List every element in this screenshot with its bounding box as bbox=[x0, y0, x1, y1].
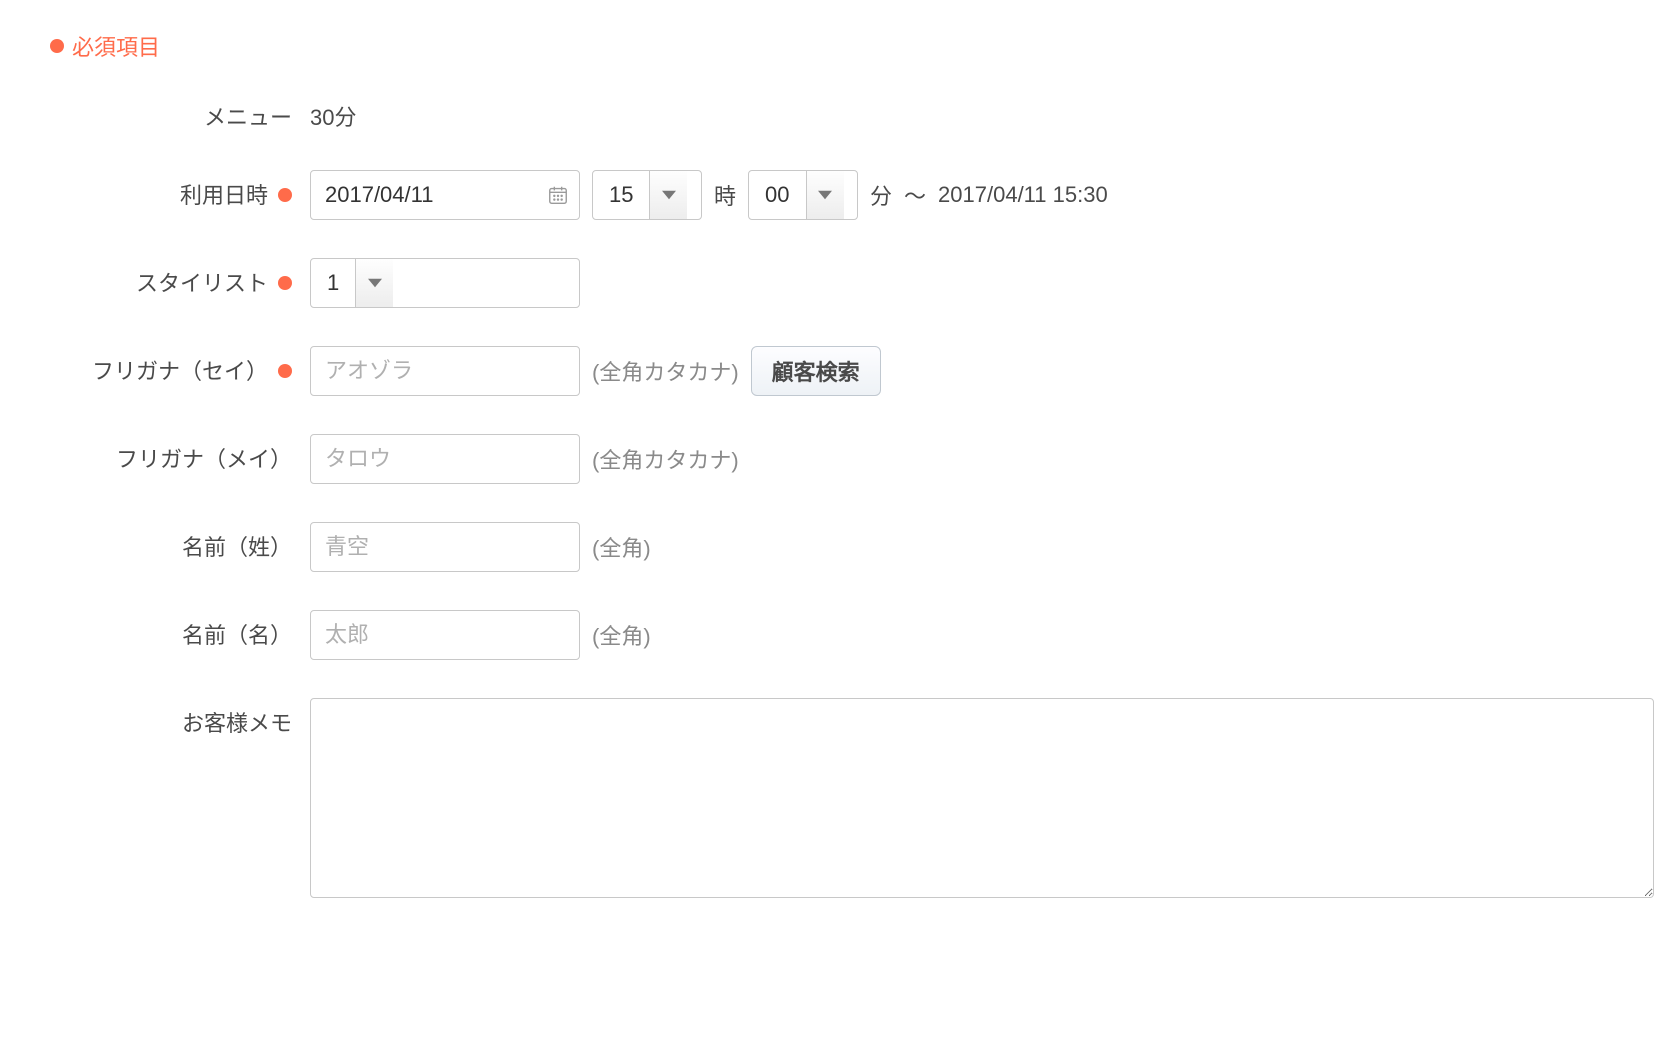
name-sei-hint: (全角) bbox=[592, 531, 651, 563]
range-separator: 〜 bbox=[904, 179, 926, 211]
hour-unit: 時 bbox=[714, 179, 736, 211]
required-legend-label: 必須項目 bbox=[72, 30, 160, 62]
customer-search-label: 顧客検索 bbox=[772, 355, 860, 387]
chevron-down-icon bbox=[806, 171, 844, 219]
name-sei-input[interactable] bbox=[310, 522, 580, 572]
datetime-label: 利用日時 bbox=[180, 178, 268, 210]
row-name-sei: 名前（姓） (全角) bbox=[50, 522, 1654, 572]
minute-value: 00 bbox=[749, 171, 805, 219]
calendar-icon bbox=[547, 184, 569, 206]
furigana-mei-label: フリガナ（メイ） bbox=[116, 442, 292, 474]
date-value: 2017/04/11 bbox=[325, 182, 433, 208]
row-menu: メニュー 30分 bbox=[50, 92, 1654, 132]
row-stylist: スタイリスト 1 bbox=[50, 258, 1654, 308]
required-dot-icon bbox=[278, 364, 292, 378]
menu-label: メニュー bbox=[204, 100, 292, 132]
end-datetime: 2017/04/11 15:30 bbox=[938, 182, 1108, 208]
furigana-sei-input[interactable] bbox=[310, 346, 580, 396]
chevron-down-icon bbox=[649, 171, 687, 219]
row-name-mei: 名前（名） (全角) bbox=[50, 610, 1654, 660]
minute-unit: 分 bbox=[870, 179, 892, 211]
name-mei-label: 名前（名） bbox=[182, 618, 292, 650]
hour-value: 15 bbox=[593, 171, 649, 219]
name-mei-input[interactable] bbox=[310, 610, 580, 660]
minute-select[interactable]: 00 bbox=[748, 170, 858, 220]
furigana-mei-input[interactable] bbox=[310, 434, 580, 484]
hour-select[interactable]: 15 bbox=[592, 170, 702, 220]
stylist-select[interactable]: 1 bbox=[310, 258, 580, 308]
furigana-sei-label: フリガナ（セイ） bbox=[92, 354, 268, 386]
row-furigana-sei: フリガナ（セイ） (全角カタカナ) 顧客検索 bbox=[50, 346, 1654, 396]
required-dot-icon bbox=[278, 188, 292, 202]
name-mei-hint: (全角) bbox=[592, 619, 651, 651]
menu-value: 30分 bbox=[310, 92, 356, 132]
customer-search-button[interactable]: 顧客検索 bbox=[751, 346, 881, 396]
memo-label: お客様メモ bbox=[182, 706, 292, 738]
stylist-value: 1 bbox=[311, 259, 355, 307]
date-input[interactable]: 2017/04/11 bbox=[310, 170, 580, 220]
chevron-down-icon bbox=[355, 259, 393, 307]
name-sei-label: 名前（姓） bbox=[182, 530, 292, 562]
stylist-label: スタイリスト bbox=[136, 266, 268, 298]
row-furigana-mei: フリガナ（メイ） (全角カタカナ) bbox=[50, 434, 1654, 484]
row-memo: お客様メモ bbox=[50, 698, 1654, 898]
furigana-sei-hint: (全角カタカナ) bbox=[592, 355, 739, 387]
required-legend: 必須項目 bbox=[50, 30, 1654, 62]
row-datetime: 利用日時 2017/04/11 15 bbox=[50, 170, 1654, 220]
required-dot-icon bbox=[278, 276, 292, 290]
furigana-mei-hint: (全角カタカナ) bbox=[592, 443, 739, 475]
memo-textarea[interactable] bbox=[310, 698, 1654, 898]
required-dot-icon bbox=[50, 39, 64, 53]
